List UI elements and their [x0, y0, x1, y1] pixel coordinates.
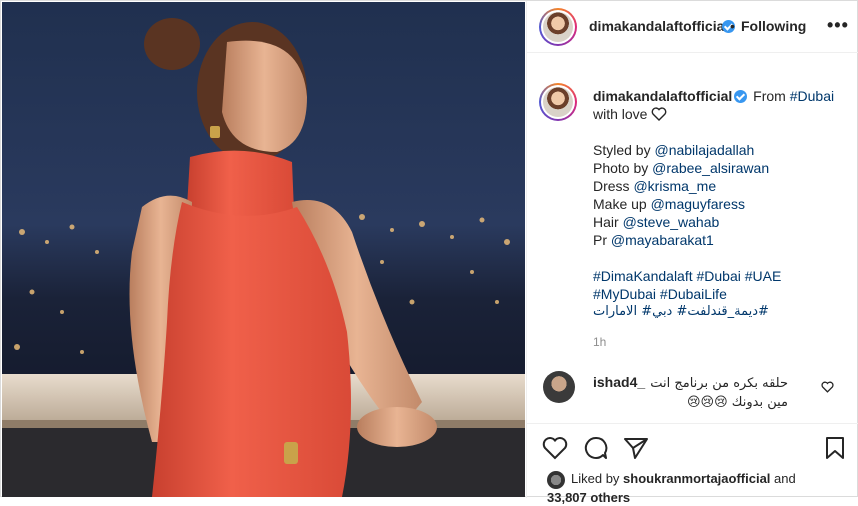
- caption-username[interactable]: dimakandalaftofficial: [593, 88, 732, 104]
- caption-hashtag-dubai[interactable]: #Dubai: [790, 88, 834, 104]
- action-bar: [527, 423, 858, 471]
- caption-line-2: with love: [593, 105, 843, 123]
- likes-summary: Liked by shoukranmortajaofficial and 33,…: [547, 470, 796, 506]
- post-photo[interactable]: [2, 2, 525, 497]
- share-icon[interactable]: [623, 436, 649, 460]
- caption-time[interactable]: 1h: [593, 335, 606, 349]
- credit-styled: Styled by @nabilajadallah: [593, 142, 755, 158]
- comment-icon[interactable]: [583, 436, 609, 460]
- hashtags-line-2[interactable]: #MyDubai #DubaiLife: [593, 285, 843, 303]
- credit-handle[interactable]: @krisma_me: [633, 178, 716, 194]
- hashtags-line-1[interactable]: #DimaKandalaft #Dubai #UAE: [593, 267, 843, 285]
- header-separator: •: [730, 18, 735, 34]
- liker-username[interactable]: shoukranmortajaofficial: [623, 471, 770, 486]
- heart-outline-icon: [651, 107, 667, 121]
- credit-handle[interactable]: @maguyfaress: [651, 196, 745, 212]
- more-options-icon[interactable]: •••: [827, 15, 849, 36]
- comment-like-icon[interactable]: [821, 381, 834, 393]
- hashtags-line-3[interactable]: ديمة_قندلفت# دبي# الامارات#: [593, 303, 843, 321]
- caption-line-1: dimakandalaftofficial From #Dubai: [593, 87, 843, 105]
- credit-pr: Pr @mayabarakat1: [593, 232, 714, 248]
- credit-handle[interactable]: @rabee_alsirawan: [652, 160, 769, 176]
- post-sidebar: dimakandalaftofficial • Following ••• di…: [526, 1, 858, 505]
- credit-dress: Dress @krisma_me: [593, 178, 717, 194]
- post-container: dimakandalaftofficial • Following ••• di…: [0, 0, 858, 505]
- header-avatar[interactable]: [539, 8, 577, 46]
- comment-text: حلقه بكره من برنامج انت مين بدونك 😢😢😢: [650, 376, 788, 410]
- following-button[interactable]: Following: [741, 18, 806, 34]
- caption-avatar[interactable]: [539, 83, 577, 121]
- post-header: dimakandalaftofficial • Following •••: [527, 1, 858, 53]
- credit-makeup: Make up @maguyfaress: [593, 196, 745, 212]
- credit-photo: Photo by @rabee_alsirawan: [593, 160, 770, 176]
- caption-verified-icon: [734, 90, 748, 103]
- photo-illustration: [2, 2, 525, 497]
- caption-intro-2: with love: [593, 106, 648, 122]
- credit-handle[interactable]: @steve_wahab: [623, 214, 720, 230]
- credit-hair: Hair @steve_wahab: [593, 214, 720, 230]
- comment-item: ishad4_ حلقه بكره من برنامج انت مين بدون…: [527, 361, 858, 421]
- credit-handle[interactable]: @mayabarakat1: [611, 232, 714, 248]
- liker-avatar[interactable]: [547, 470, 565, 489]
- like-heart-icon[interactable]: [542, 436, 568, 460]
- save-bookmark-icon[interactable]: [824, 436, 846, 460]
- likes-count[interactable]: 33,807 others: [547, 489, 796, 506]
- caption-intro: From: [753, 88, 790, 104]
- comment-avatar[interactable]: [543, 371, 575, 403]
- caption: dimakandalaftofficial From #Dubai with l…: [593, 87, 843, 321]
- credit-handle[interactable]: @nabilajadallah: [654, 142, 754, 158]
- header-username[interactable]: dimakandalaftofficial: [589, 18, 728, 34]
